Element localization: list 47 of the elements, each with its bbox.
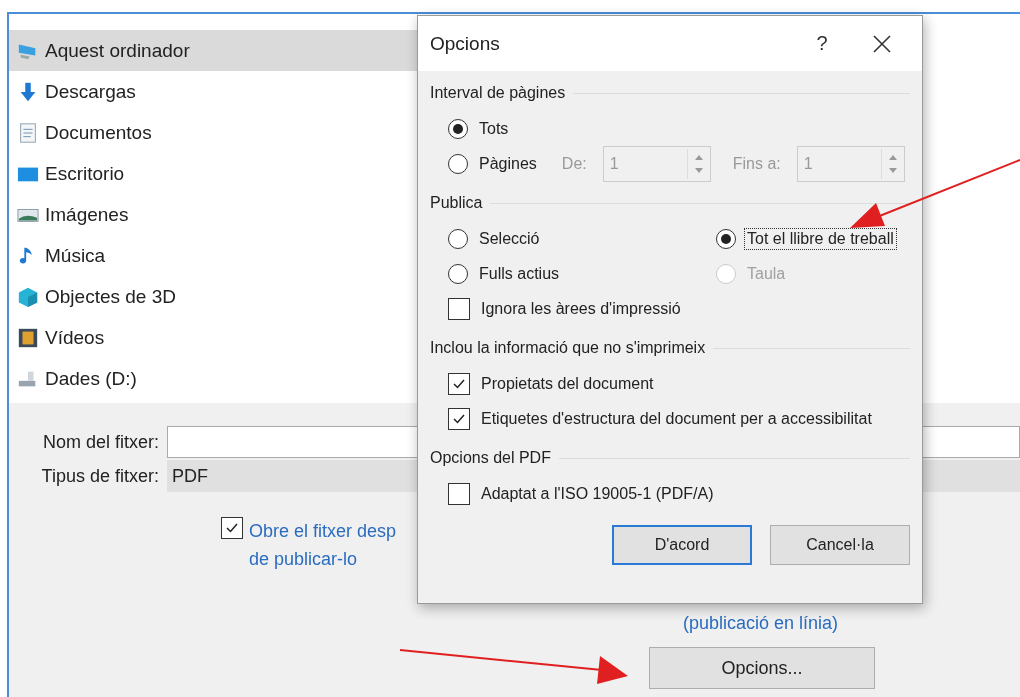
- radio-button[interactable]: [448, 153, 468, 174]
- file-type-label: Tipus de fitxer:: [40, 465, 160, 487]
- file-name-label: Nom del fitxer:: [41, 431, 160, 453]
- section-title: Interval de pàgines: [430, 84, 566, 102]
- checkbox-label[interactable]: Obre el fitxer desp: [249, 517, 397, 545]
- radio-button[interactable]: [448, 118, 468, 139]
- radio-label[interactable]: Pàgines: [476, 152, 540, 175]
- checkbox-label[interactable]: Ignora les àrees d'impressió: [478, 297, 684, 320]
- film-icon: [17, 326, 39, 349]
- sidebar-item[interactable]: Aquest ordinador: [9, 30, 417, 71]
- radio-button[interactable]: [448, 228, 468, 249]
- ok-button[interactable]: D'acord: [612, 525, 752, 565]
- sidebar-item[interactable]: Descargas: [9, 71, 417, 112]
- checkbox-label[interactable]: de publicar-lo: [249, 545, 397, 573]
- sidebar-item[interactable]: Música: [9, 235, 417, 276]
- radio-label[interactable]: Fulls actius: [476, 262, 563, 285]
- checkbox[interactable]: [448, 407, 470, 430]
- close-icon[interactable]: [872, 33, 892, 54]
- checkbox-label[interactable]: Etiquetes d'estructura del document per a accessibilitat: [478, 407, 875, 430]
- checkbox-label[interactable]: Adaptat a l'ISO 19005-1 (PDF/A): [478, 482, 717, 505]
- sidebar-item[interactable]: Imágenes: [9, 194, 417, 235]
- options-button[interactable]: Opcions...: [649, 647, 875, 689]
- to-label: Fins a:: [732, 154, 781, 173]
- sidebar-item[interactable]: Dades (D:): [9, 358, 417, 399]
- cancel-button[interactable]: Cancel·la: [770, 525, 910, 565]
- checkbox[interactable]: [448, 372, 470, 395]
- radio-button[interactable]: [448, 263, 468, 284]
- help-button[interactable]: ?: [802, 25, 842, 62]
- checkbox-label[interactable]: Propietats del document: [478, 372, 657, 395]
- cube-icon: [17, 285, 39, 308]
- section-title: Opcions del PDF: [430, 449, 551, 467]
- checkbox[interactable]: [448, 482, 470, 505]
- radio-button[interactable]: [716, 228, 736, 249]
- option-note: (publicació en línia): [683, 612, 839, 635]
- radio-label[interactable]: Selecció: [476, 227, 543, 250]
- sidebar-item[interactable]: Escritorio: [9, 153, 417, 194]
- section-title: Inclou la informació que no s'imprimeix: [430, 339, 706, 357]
- from-label: De:: [561, 154, 587, 173]
- checkbox[interactable]: [448, 297, 470, 320]
- radio-label[interactable]: Tots: [476, 117, 512, 140]
- sidebar-item[interactable]: Objectes de 3D: [9, 276, 417, 317]
- checkbox[interactable]: [221, 517, 243, 539]
- sidebar-item[interactable]: Documentos: [9, 112, 417, 153]
- dialog-title: Opcions: [430, 32, 501, 55]
- section-title: Publica: [430, 194, 483, 212]
- sidebar-item[interactable]: Vídeos: [9, 317, 417, 358]
- document-icon: [17, 121, 39, 144]
